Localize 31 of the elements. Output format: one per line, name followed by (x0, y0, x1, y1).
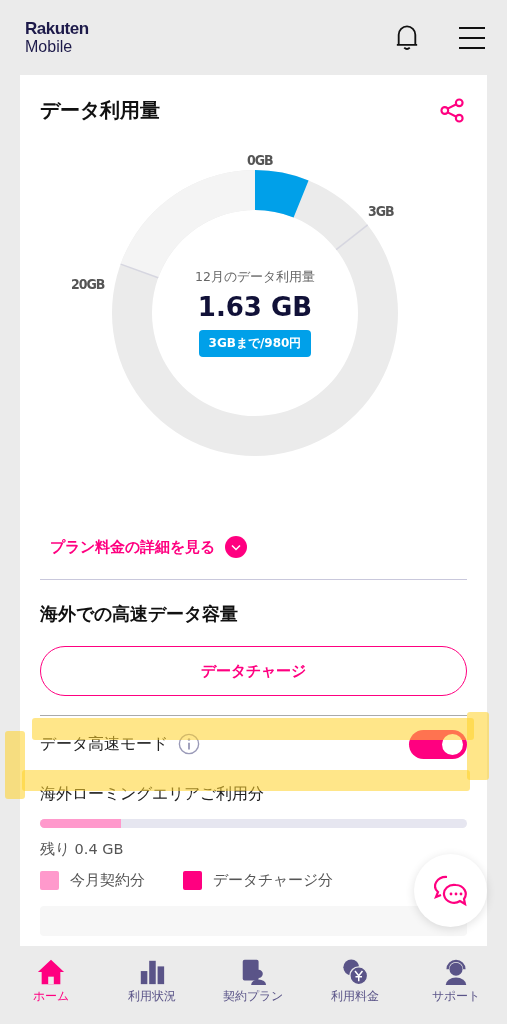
rakuten-mobile-logo[interactable]: Rakuten Mobile (25, 20, 89, 55)
remaining-text: 残り 0.4 GB (40, 840, 125, 859)
plan-details-link[interactable]: プラン料金の詳細を見る (50, 537, 215, 557)
gauge-caption: 12月のデータ利用量 (195, 269, 315, 286)
gauge-label: 3GB (368, 203, 394, 219)
chat-bubbles-icon (433, 874, 468, 907)
menu-icon[interactable] (459, 26, 485, 49)
legend-label: データチャージ分 (213, 871, 333, 890)
roaming-label: 海外ローミングエリアご利用分 (40, 784, 265, 805)
bar-chart-icon (138, 958, 167, 986)
data-charge-button[interactable]: データチャージ (40, 646, 467, 696)
fast-mode-label: データ高速モード (40, 733, 168, 755)
home-icon (36, 958, 65, 986)
gauge-label: 0GB (247, 152, 273, 168)
nav-tab[interactable]: 利用状況 (107, 958, 198, 1005)
nav-tab[interactable]: サポート (411, 958, 502, 1005)
section-title: データ利用量 (40, 96, 160, 124)
coins-icon (340, 958, 369, 986)
section-title: 海外での高速データ容量 (40, 603, 239, 626)
nav-tab[interactable]: 利用料金 (309, 958, 400, 1005)
chevron-down-icon[interactable] (225, 536, 247, 558)
gauge-label: 20GB (71, 276, 105, 292)
nav-tab[interactable]: ホーム (5, 958, 96, 1005)
legend-label: 今月契約分 (70, 871, 145, 890)
nav-tab[interactable]: 契約プラン (208, 958, 299, 1005)
info-icon[interactable] (178, 733, 200, 755)
share-icon[interactable] (440, 97, 465, 123)
bell-icon[interactable] (395, 23, 419, 52)
usage-amount: 1.63 GB (197, 292, 313, 322)
toggle-switch[interactable] (409, 729, 467, 759)
price-badge: 3GBまで/980円 (198, 330, 312, 357)
